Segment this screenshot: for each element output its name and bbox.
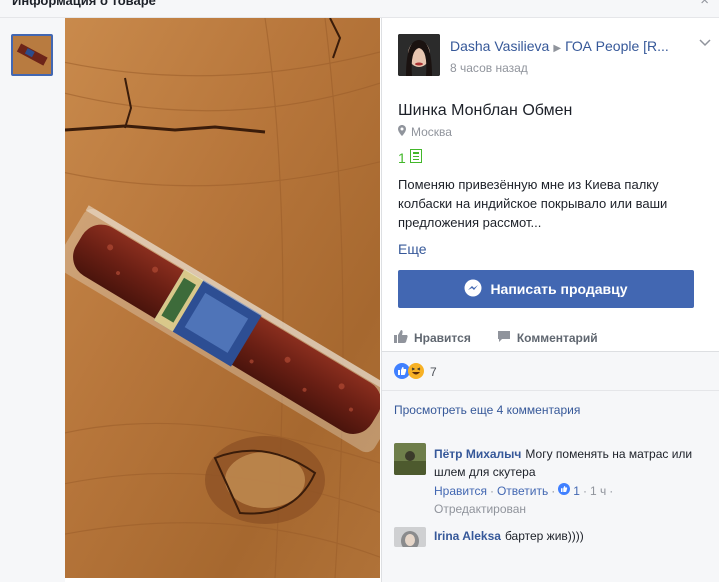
reactions-bar: 7 — [382, 352, 719, 391]
post-time[interactable]: 8 часов назад — [450, 61, 528, 75]
comment-author[interactable]: Пётр Михалыч — [434, 447, 521, 461]
price-value: 1 — [398, 149, 406, 166]
post-actions: Нравится Комментарий — [382, 324, 719, 352]
product-details-panel: Dasha Vasilieva ▶ ГОА People [R... 8 часов… — [381, 18, 719, 582]
comment-label: Комментарий — [516, 330, 598, 345]
comment-body: Irina Aleksa бартер жив)))) — [434, 527, 704, 545]
like-icon — [558, 483, 571, 498]
dialog-title: Информация о товаре — [12, 0, 156, 8]
comments-section: Просмотреть еще 4 комментария Пётр Михал… — [382, 391, 719, 582]
comment-like-link[interactable]: Нравится — [434, 484, 487, 498]
comment-text: бартер жив)))) — [504, 529, 584, 543]
comment-icon — [497, 330, 511, 346]
location-pin-icon — [398, 125, 406, 139]
seller-line: Dasha Vasilieva ▶ ГОА People [R... — [450, 38, 669, 54]
item-price: 1 — [398, 149, 422, 166]
like-label: Нравится — [414, 330, 471, 345]
comment-body: Пётр Михалыч Могу поменять на матрас или … — [434, 445, 704, 481]
seller-name[interactable]: Dasha Vasilieva — [450, 38, 549, 54]
comment-meta: Нравится · Ответить · 1 · 1 ч · — [434, 483, 613, 498]
messenger-icon — [464, 279, 482, 300]
reaction-icons[interactable] — [394, 363, 424, 384]
like-action[interactable]: Нравится — [394, 324, 471, 351]
item-description: Поменяю привезённую мне из Киева палку к… — [398, 177, 668, 230]
chevron-down-icon[interactable] — [699, 36, 711, 50]
item-title: Шинка Монблан Обмен — [398, 102, 573, 119]
separator-dot: · — [582, 483, 587, 498]
separator-dot: · — [489, 483, 494, 498]
reaction-count[interactable]: 7 — [430, 365, 437, 379]
message-seller-button[interactable]: Написать продавцу — [398, 270, 694, 308]
view-more-comments-link[interactable]: Просмотреть еще 4 комментария — [394, 403, 580, 417]
comment-time[interactable]: 1 ч — [590, 484, 606, 498]
group-name[interactable]: ГОА People [R... — [565, 38, 669, 54]
close-icon[interactable]: × — [700, 0, 709, 9]
seller-avatar[interactable] — [398, 34, 440, 76]
see-more-link[interactable]: Еще — [398, 241, 427, 257]
location-text: Москва — [411, 125, 452, 139]
item-location: Москва — [398, 125, 452, 139]
commenter-avatar[interactable] — [394, 443, 426, 475]
comment-reply-link[interactable]: Ответить — [497, 484, 548, 498]
comment-like-count[interactable]: 1 — [573, 484, 580, 498]
commenter-avatar[interactable] — [394, 527, 426, 547]
currency-icon — [409, 149, 422, 166]
triangle-right-icon: ▶ — [553, 43, 562, 54]
thumbs-up-icon — [394, 329, 408, 346]
photo-thumbnail[interactable] — [11, 34, 53, 76]
message-seller-label: Написать продавцу — [490, 281, 628, 297]
comment-edited[interactable]: Отредактирован — [434, 502, 526, 516]
haha-icon — [408, 363, 424, 384]
comment-action[interactable]: Комментарий — [497, 324, 598, 351]
product-photo — [65, 18, 380, 578]
separator-dot: · — [551, 483, 556, 498]
thumbnail-strip — [0, 18, 65, 582]
separator-dot: · — [609, 483, 614, 498]
dialog-header: Информация о товаре × — [0, 0, 719, 18]
comment-author[interactable]: Irina Aleksa — [434, 529, 501, 543]
